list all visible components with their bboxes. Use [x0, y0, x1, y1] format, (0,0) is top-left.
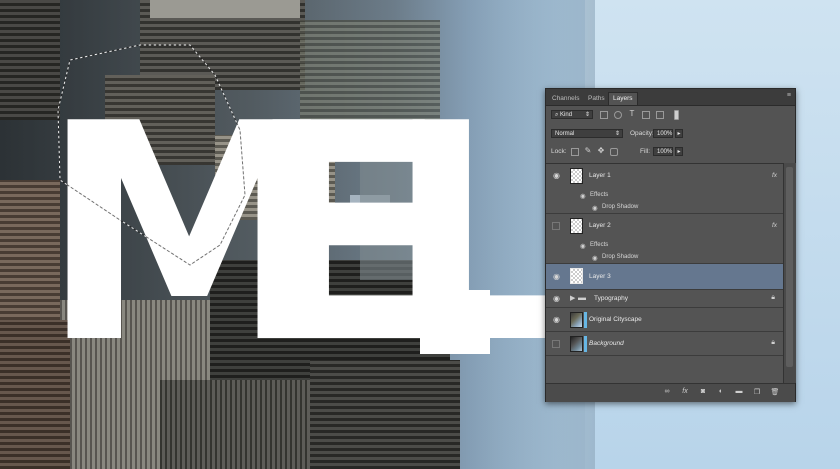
new-group-icon[interactable]: ▬ — [734, 388, 744, 395]
fill-label: Fill: — [640, 148, 651, 155]
chevron-down-icon: ⇕ — [584, 112, 590, 118]
effects-label[interactable]: Effects — [590, 242, 608, 248]
layer-name[interactable]: Layer 1 — [589, 172, 611, 179]
blend-mode-select[interactable]: Normal ⇕ — [551, 129, 623, 138]
layer-mask-indicator — [584, 312, 587, 328]
image-filter-icon[interactable] — [600, 111, 608, 119]
lock-icon: 🔒︎ — [771, 339, 775, 346]
blend-row: Normal ⇕ Opacity: 100% ▸ — [546, 127, 795, 141]
lock-position-icon[interactable]: ✥ — [597, 147, 605, 156]
layer-thumbnail — [570, 268, 583, 284]
chevron-down-icon: ⇕ — [614, 131, 620, 137]
layer-fx-badge[interactable]: fx — [772, 222, 777, 229]
fill-slider-toggle[interactable]: ▸ — [675, 147, 683, 156]
add-style-icon[interactable]: fx — [680, 388, 690, 395]
visibility-toggle-empty[interactable] — [552, 222, 560, 230]
building — [150, 0, 300, 18]
adjustment-filter-icon[interactable] — [614, 111, 622, 119]
scrollbar-thumb[interactable] — [786, 167, 793, 367]
expand-arrow-icon[interactable]: ▶ — [570, 294, 575, 302]
panel-menu-icon[interactable]: ≡ — [787, 92, 791, 99]
opacity-input[interactable]: 100% — [653, 129, 673, 138]
effects-eye-icon[interactable]: ◉ — [580, 192, 586, 200]
blend-mode-value: Normal — [555, 131, 575, 137]
effect-drop-shadow[interactable]: Drop Shadow — [602, 254, 638, 260]
layer-thumbnail — [570, 218, 583, 234]
layer-row[interactable]: Layer 2 fx ◉ Effects ◉ Drop Shadow — [546, 214, 783, 264]
adjustment-layer-icon[interactable]: ◐ — [716, 388, 726, 395]
layer-mask-indicator — [584, 336, 587, 352]
eye-icon[interactable]: ◉ — [552, 294, 561, 303]
panel-tab-bar: Channels Paths Layers ≡ — [546, 89, 795, 106]
layer-name[interactable]: Layer 3 — [589, 273, 611, 280]
type-filter-icon[interactable]: T — [628, 110, 636, 119]
lock-row: Lock: ✎ ✥ Fill: 100% ▸ — [546, 145, 795, 159]
opacity-label: Opacity: — [630, 130, 654, 137]
layer-group-row[interactable]: ◉ ▶ ▬ Typography 🔒︎ — [546, 290, 783, 308]
layers-panel: Channels Paths Layers ≡ ⌕ Kind ⇕ T Norma… — [545, 88, 796, 402]
layer-name[interactable]: Background — [589, 340, 624, 347]
new-layer-icon[interactable]: ❐ — [752, 388, 762, 396]
lock-icon: 🔒︎ — [771, 294, 775, 301]
l-stroke-extension — [420, 290, 490, 354]
layer-row[interactable]: Background 🔒︎ — [546, 332, 783, 356]
shape-filter-icon[interactable] — [642, 111, 650, 119]
layers-list: ◉ Layer 1 fx ◉ Effects ◉ Drop Shadow Lay… — [546, 163, 783, 384]
layer-row[interactable]: ◉ Layer 1 fx ◉ Effects ◉ Drop Shadow — [546, 164, 783, 214]
fill-input[interactable]: 100% — [653, 147, 673, 156]
layer-thumbnail — [570, 168, 583, 184]
panel-footer: ∞ fx ◙ ◐ ▬ ❐ 🗑︎ — [546, 383, 795, 402]
effect-eye-icon[interactable]: ◉ — [592, 204, 598, 212]
tab-layers[interactable]: Layers — [608, 92, 638, 105]
filter-row: ⌕ Kind ⇕ T — [546, 107, 795, 123]
smart-object-filter-icon[interactable] — [656, 111, 664, 119]
lock-label: Lock: — [551, 148, 567, 155]
layer-thumbnail — [570, 336, 583, 352]
opacity-slider-toggle[interactable]: ▸ — [675, 129, 683, 138]
layer-name[interactable]: Original Cityscape — [589, 316, 642, 323]
filter-toggle-icon[interactable] — [674, 110, 679, 120]
eye-icon[interactable]: ◉ — [552, 171, 561, 180]
folder-icon: ▬ — [578, 293, 586, 302]
layer-fx-badge[interactable]: fx — [772, 172, 777, 179]
layers-scrollbar[interactable] — [783, 163, 796, 383]
eye-icon[interactable]: ◉ — [552, 315, 561, 324]
tab-channels[interactable]: Channels — [548, 93, 583, 105]
effects-eye-icon[interactable]: ◉ — [580, 242, 586, 250]
search-icon: ⌕ — [555, 112, 559, 118]
layer-row-selected[interactable]: ◉ Layer 3 — [546, 264, 783, 290]
eye-icon[interactable]: ◉ — [552, 272, 561, 281]
lock-transparent-icon[interactable] — [571, 148, 579, 156]
kind-filter-label: Kind — [560, 112, 573, 118]
layer-thumbnail — [570, 312, 583, 328]
layer-row[interactable]: ◉ Original Cityscape — [546, 308, 783, 332]
visibility-toggle-empty[interactable] — [552, 340, 560, 348]
tab-paths[interactable]: Paths — [584, 93, 609, 105]
effect-drop-shadow[interactable]: Drop Shadow — [602, 204, 638, 210]
effect-eye-icon[interactable]: ◉ — [592, 254, 598, 262]
lock-image-icon[interactable]: ✎ — [584, 147, 592, 156]
effects-label[interactable]: Effects — [590, 192, 608, 198]
layer-name[interactable]: Typography — [594, 295, 628, 302]
layer-name[interactable]: Layer 2 — [589, 222, 611, 229]
kind-filter-select[interactable]: ⌕ Kind ⇕ — [551, 110, 593, 119]
add-mask-icon[interactable]: ◙ — [698, 388, 708, 395]
lock-all-icon[interactable] — [610, 148, 618, 156]
link-layers-icon[interactable]: ∞ — [662, 388, 672, 395]
delete-layer-icon[interactable]: 🗑︎ — [770, 388, 780, 396]
